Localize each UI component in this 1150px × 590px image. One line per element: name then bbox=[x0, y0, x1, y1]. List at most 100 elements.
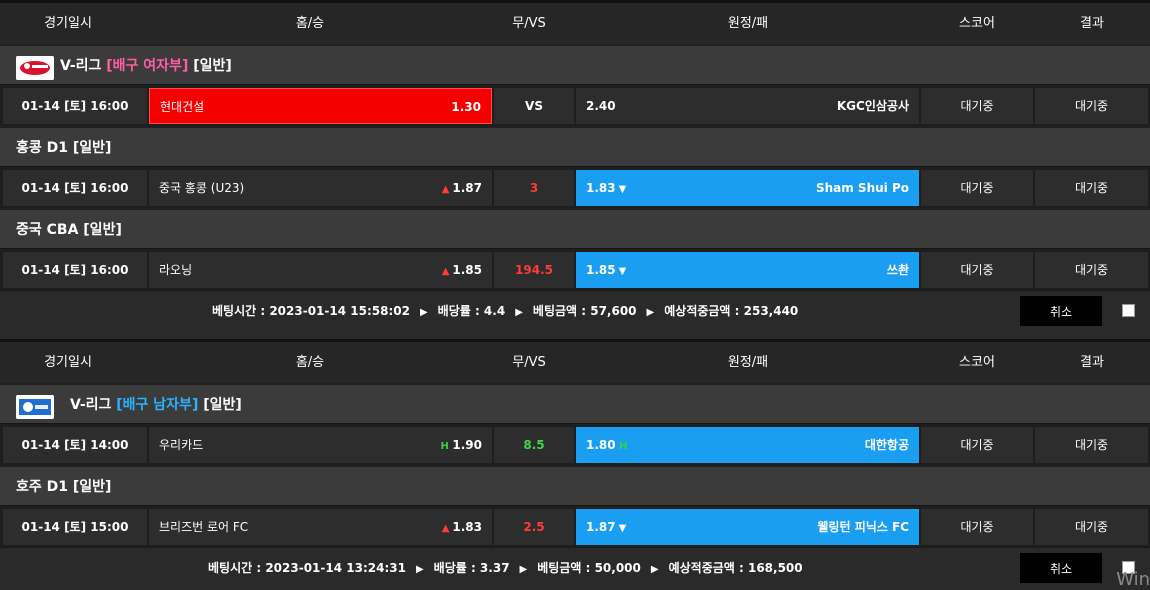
triangle-right-icon: ▶ bbox=[646, 307, 655, 318]
col-away: 원정/패 bbox=[727, 355, 769, 370]
arrow-up-icon: ▲ bbox=[441, 184, 450, 195]
match-row: 01-14 [토] 16:00 현대건설 1.30 VS 2.40 KGC인삼공… bbox=[0, 84, 1150, 126]
arrow-up-icon: ▲ bbox=[441, 266, 450, 277]
match-datetime: 01-14 [토] 16:00 bbox=[3, 170, 147, 206]
away-bet-cell[interactable]: 1.85 ▼ 쓰촨 bbox=[576, 252, 919, 288]
match-datetime: 01-14 [토] 16:00 bbox=[3, 88, 147, 124]
col-result: 결과 bbox=[1080, 16, 1104, 31]
away-odd: 1.85 bbox=[586, 263, 616, 277]
home-odd: 1.83 bbox=[452, 520, 482, 534]
arrow-down-icon: ▼ bbox=[618, 266, 627, 277]
league-row: V-리그 [배구 여자부] [일반] bbox=[0, 44, 1150, 84]
expected-win: 예상적중금액 : 168,500 bbox=[668, 561, 803, 575]
league-name: 호주 D1 [일반] bbox=[16, 479, 112, 495]
col-datetime: 경기일시 bbox=[44, 16, 92, 31]
triangle-right-icon: ▶ bbox=[515, 307, 523, 318]
away-bet-cell[interactable]: 1.80 H 대한항공 bbox=[576, 427, 919, 463]
handicap-h-icon: H bbox=[440, 441, 453, 452]
league-row: 호주 D1 [일반] bbox=[0, 465, 1150, 505]
home-bet-cell[interactable]: 중국 홍콩 (U23) ▲ 1.87 bbox=[149, 170, 492, 206]
match-datetime: 01-14 [토] 14:00 bbox=[3, 427, 147, 463]
draw-bet-cell[interactable]: 2.5 bbox=[494, 509, 574, 545]
home-team: 우리카드 bbox=[159, 438, 204, 452]
match-row: 01-14 [토] 16:00 중국 홍콩 (U23) ▲ 1.87 3 1.83… bbox=[0, 166, 1150, 208]
away-bet-cell[interactable]: 2.40 KGC인삼공사 bbox=[576, 88, 919, 124]
col-datetime: 경기일시 bbox=[44, 355, 92, 370]
away-odd: 1.83 bbox=[586, 181, 616, 195]
home-team: 라오닝 bbox=[159, 263, 193, 277]
league-name: 홍콩 D1 [일반] bbox=[16, 140, 112, 156]
away-team: 대한항공 bbox=[864, 438, 909, 452]
col-home: 홈/승 bbox=[295, 355, 325, 370]
league-row: 홍콩 D1 [일반] bbox=[0, 126, 1150, 166]
league-name: V-리그 [배구 여자부] [일반] bbox=[60, 58, 232, 74]
arrow-up-icon: ▲ bbox=[441, 523, 450, 534]
column-header: 경기일시 홈/승 무/VS 원정/패 스코어 결과 bbox=[0, 0, 1150, 44]
triangle-right-icon: ▶ bbox=[519, 564, 528, 575]
select-checkbox[interactable] bbox=[1122, 304, 1135, 317]
bet-amount: 베팅금액 : 57,600 bbox=[532, 304, 637, 318]
match-datetime: 01-14 [토] 16:00 bbox=[3, 252, 147, 288]
home-bet-cell[interactable]: 브리즈번 로어 FC ▲ 1.83 bbox=[149, 509, 492, 545]
result-cell: 대기중 bbox=[1035, 88, 1148, 124]
away-team: 웰링턴 피닉스 FC bbox=[817, 520, 909, 534]
cancel-button[interactable]: 취소 bbox=[1020, 553, 1102, 583]
league-row: V-리그 [배구 남자부] [일반] bbox=[0, 383, 1150, 423]
score-cell: 대기중 bbox=[921, 509, 1033, 545]
home-bet-cell[interactable]: 라오닝 ▲ 1.85 bbox=[149, 252, 492, 288]
home-odd: 1.90 bbox=[452, 438, 482, 452]
expected-win: 예상적중금액 : 253,440 bbox=[664, 304, 799, 318]
match-datetime: 01-14 [토] 15:00 bbox=[3, 509, 147, 545]
league-name: V-리그 [배구 남자부] [일반] bbox=[70, 397, 242, 413]
away-team: 쓰촨 bbox=[886, 263, 909, 277]
away-odd: 2.40 bbox=[586, 99, 616, 113]
arrow-down-icon: ▼ bbox=[618, 523, 627, 534]
score-cell: 대기중 bbox=[921, 427, 1033, 463]
draw-value: 2.5 bbox=[523, 520, 545, 534]
score-cell: 대기중 bbox=[921, 88, 1033, 124]
v-league-women-logo bbox=[16, 56, 54, 80]
home-team: 현대건설 bbox=[160, 100, 205, 114]
away-bet-cell[interactable]: 1.87 ▼ 웰링턴 피닉스 FC bbox=[576, 509, 919, 545]
bet-summary: 베팅시간 : 2023-01-14 15:58:02 ▶ 배당률 : 4.4 ▶ 베팅금… bbox=[0, 290, 1150, 330]
draw-value: 8.5 bbox=[523, 438, 545, 452]
bet-time: 베팅시간 : 2023-01-14 13:24:31 bbox=[208, 561, 406, 575]
score-cell: 대기중 bbox=[921, 252, 1033, 288]
draw-value: VS bbox=[525, 99, 543, 113]
col-home: 홈/승 bbox=[295, 16, 325, 31]
home-odd: 1.85 bbox=[452, 263, 482, 277]
match-row: 01-14 [토] 14:00 우리카드 H 1.90 8.5 1.80 H 대… bbox=[0, 423, 1150, 465]
draw-bet-cell[interactable]: VS bbox=[494, 88, 574, 124]
home-team: 중국 홍콩 (U23) bbox=[159, 181, 245, 195]
bet-slip-2: 경기일시 홈/승 무/VS 원정/패 스코어 결과 V-리그 [배구 남자부] … bbox=[0, 339, 1150, 587]
triangle-right-icon: ▶ bbox=[419, 307, 428, 318]
away-team: KGC인삼공사 bbox=[836, 99, 909, 113]
arrow-down-icon: ▼ bbox=[618, 184, 627, 195]
home-bet-cell[interactable]: 우리카드 H 1.90 bbox=[149, 427, 492, 463]
summary-info: 베팅시간 : 2023-01-14 13:24:31 ▶ 배당률 : 3.37 ▶ 베팅… bbox=[208, 548, 803, 588]
home-odd: 1.30 bbox=[451, 100, 481, 114]
draw-bet-cell[interactable]: 3 bbox=[494, 170, 574, 206]
bet-summary: 베팅시간 : 2023-01-14 13:24:31 ▶ 배당률 : 3.37 ▶ 베팅… bbox=[0, 547, 1150, 587]
bet-odds: 배당률 : 3.37 bbox=[433, 561, 510, 575]
cancel-button[interactable]: 취소 bbox=[1020, 296, 1102, 326]
match-row: 01-14 [토] 16:00 라오닝 ▲ 1.85 194.5 1.85 ▼ 쓰촨… bbox=[0, 248, 1150, 290]
result-cell: 대기중 bbox=[1035, 252, 1148, 288]
col-draw: 무/VS bbox=[512, 16, 546, 31]
result-cell: 대기중 bbox=[1035, 427, 1148, 463]
bet-slip-1: 경기일시 홈/승 무/VS 원정/패 스코어 결과 V-리그 [배구 여자부] … bbox=[0, 0, 1150, 330]
away-bet-cell[interactable]: 1.83 ▼ Sham Shui Po bbox=[576, 170, 919, 206]
away-team: Sham Shui Po bbox=[815, 181, 909, 195]
draw-bet-cell[interactable]: 194.5 bbox=[494, 252, 574, 288]
result-cell: 대기중 bbox=[1035, 509, 1148, 545]
triangle-right-icon: ▶ bbox=[415, 564, 424, 575]
result-cell: 대기중 bbox=[1035, 170, 1148, 206]
draw-bet-cell[interactable]: 8.5 bbox=[494, 427, 574, 463]
windows-activation-watermark: Win bbox=[1116, 569, 1150, 590]
handicap-h-icon: H bbox=[615, 441, 628, 452]
league-name: 중국 CBA [일반] bbox=[16, 222, 122, 238]
v-league-men-logo bbox=[16, 395, 54, 419]
triangle-right-icon: ▶ bbox=[650, 564, 659, 575]
home-bet-cell[interactable]: 현대건설 1.30 bbox=[149, 88, 492, 124]
col-score: 스코어 bbox=[959, 16, 995, 31]
